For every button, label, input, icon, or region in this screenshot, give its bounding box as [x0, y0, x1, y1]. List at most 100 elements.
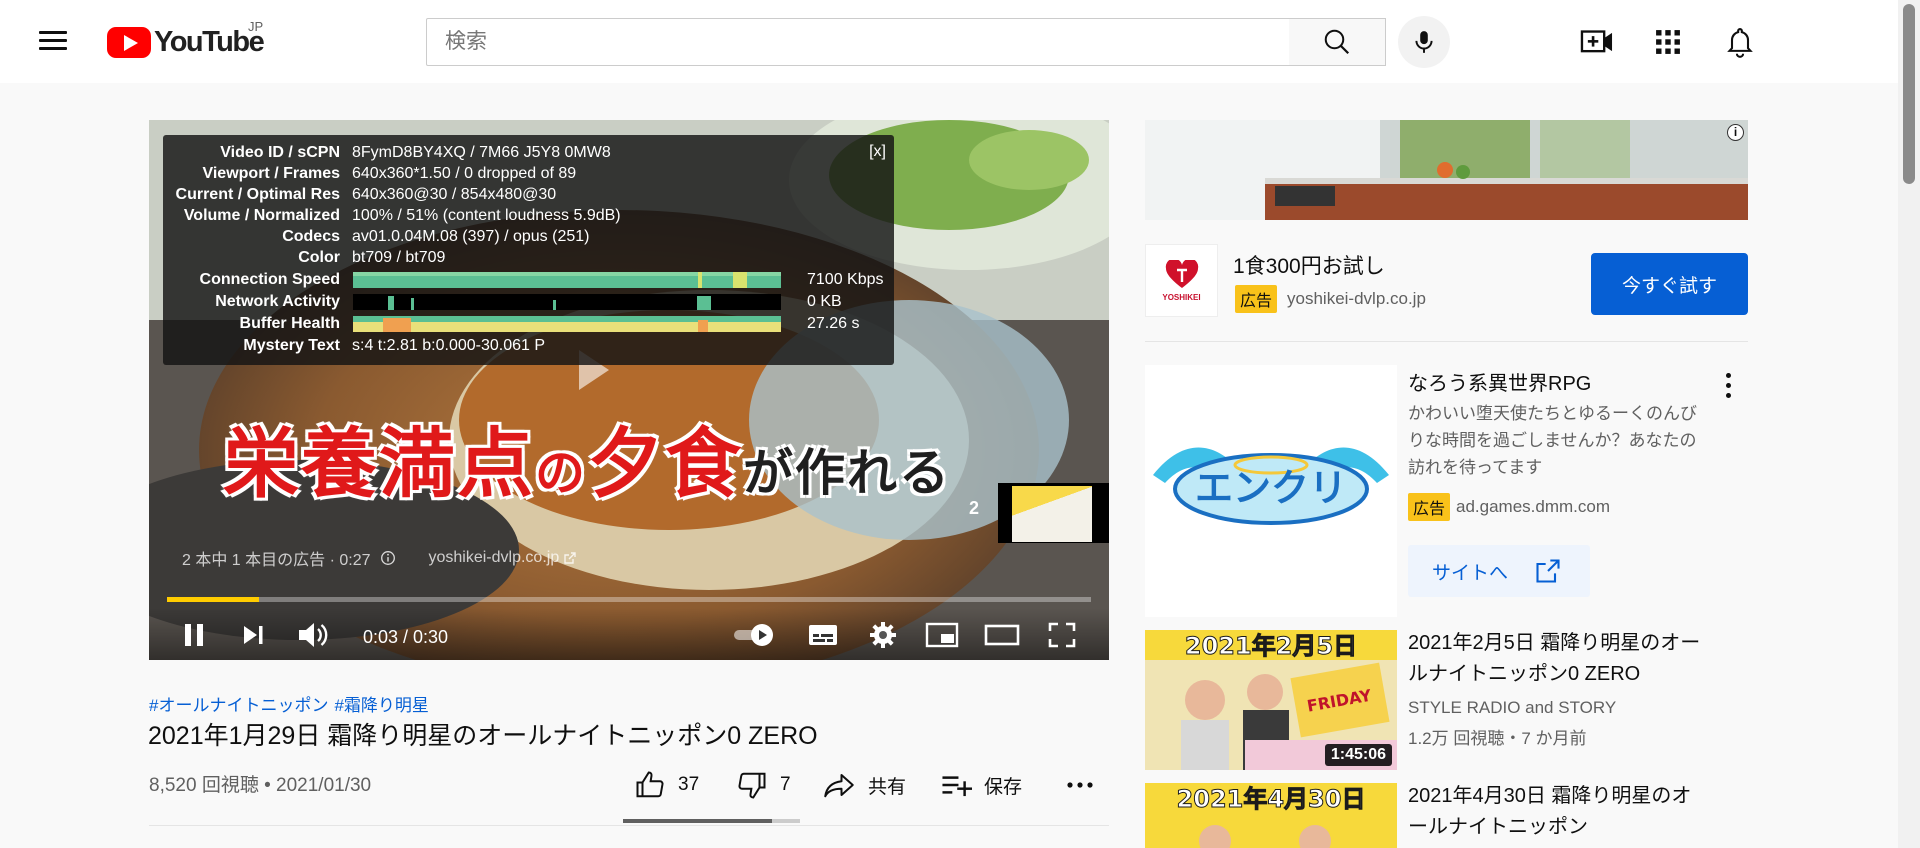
dislike-count: 7 [780, 774, 791, 795]
theater-mode-button[interactable] [983, 618, 1021, 652]
try-now-button[interactable]: 今すぐ試す [1591, 253, 1748, 315]
external-link-icon [564, 552, 576, 564]
miniplayer-button[interactable] [923, 618, 961, 652]
share-icon [824, 774, 854, 798]
next-ad-image [1012, 486, 1092, 542]
game-logo-image: エンクリ [1145, 365, 1397, 617]
video-title: 2021年1月29日 霜降り明星のオールナイトニッポン0 ZERO [148, 722, 818, 750]
stat-label: Volume / Normalized [183, 207, 340, 224]
fullscreen-button[interactable] [1043, 618, 1081, 652]
recommended-video-thumbnail[interactable]: 2021年4月30日 [1145, 783, 1397, 848]
ad-position-text: 2 本中 1 本目の広告 · 0:27 [182, 552, 371, 569]
recommended-video-title[interactable]: 2021年2月5日 霜降り明星のオールナイトニッポン0 ZERO [1408, 628, 1708, 690]
ad-info-icon[interactable]: i [1727, 124, 1744, 141]
time-display: 0:03 / 0:30 [363, 627, 449, 647]
ad-advertiser-link[interactable]: yoshikei-dvlp.co.jp [429, 549, 560, 567]
next-button[interactable] [236, 618, 270, 652]
create-video-icon [1580, 30, 1613, 53]
ad-menu-button[interactable] [1716, 370, 1740, 400]
bell-icon [1727, 28, 1753, 58]
stat-label: Video ID / sCPN [220, 144, 340, 161]
stat-value: 0 KB [807, 293, 842, 310]
connection-speed-graph [353, 272, 781, 288]
ad-badge: 広告 [1408, 493, 1451, 521]
ad-domain: ad.games.dmm.com [1456, 497, 1611, 516]
network-activity-graph [353, 294, 781, 310]
video-overlay-caption: 栄養満点の夕食が作れる [223, 402, 951, 512]
play-logo-icon [107, 26, 151, 58]
visit-site-button[interactable]: サイトへ [1408, 545, 1590, 597]
hashtag-link[interactable]: #霜降り明星 [334, 696, 428, 715]
divider [149, 825, 1109, 826]
like-ratio-fill [623, 819, 772, 823]
logo-text: YouTube [154, 25, 265, 58]
next-ad-thumbnail[interactable] [998, 483, 1109, 543]
search-input[interactable] [445, 30, 1289, 54]
stat-value: 7100 Kbps [807, 271, 884, 288]
notifications-button[interactable] [1720, 22, 1760, 62]
advertiser-brand: YOSHIKEI [1162, 292, 1201, 302]
guide-menu-button[interactable] [36, 26, 70, 56]
caption-meal: 夕食 [587, 422, 743, 507]
stat-label: Buffer Health [239, 315, 340, 332]
like-dislike-ratio-bar [623, 819, 800, 823]
video-player[interactable]: [x] Video ID / sCPN 8FymD8BY4XQ / 7M66 J5… [149, 120, 1109, 660]
caption-main: 栄養満点 [223, 422, 535, 507]
heart-logo-icon [1165, 259, 1198, 288]
menu-icon-bar [39, 39, 67, 42]
advertiser-logo[interactable]: YOSHIKEI [1145, 244, 1218, 317]
ad-info-bar: 2 本中 1 本目の広告 · 0:27 yoshikei-dvlp.co.jp [182, 546, 577, 570]
stat-value: av01.0.04M.08 (397) / opus (251) [352, 228, 590, 245]
thumbnail-date-text: 2021年2月5日 [1185, 632, 1357, 660]
youtube-logo[interactable]: YouTube [107, 22, 265, 62]
ad-headline[interactable]: 1食300円お試し [1233, 250, 1385, 280]
menu-dot [1725, 392, 1731, 398]
scrollbar-thumb[interactable] [1903, 4, 1915, 184]
menu-icon-bar [39, 47, 67, 50]
subtitles-button[interactable] [804, 618, 842, 652]
voice-search-button[interactable] [1398, 16, 1450, 68]
ad-queue-count: 2 [969, 498, 980, 518]
stat-value: s:4 t:2.81 b:0.000-30.061 P [352, 337, 546, 354]
settings-button[interactable] [864, 618, 902, 652]
page-scrollbar[interactable] [1898, 0, 1920, 848]
create-button[interactable] [1577, 22, 1617, 62]
like-button[interactable]: 37 [634, 768, 699, 802]
channel-name[interactable]: STYLE RADIO and STORY [1408, 698, 1616, 718]
stat-label: Viewport / Frames [202, 165, 340, 182]
pause-button[interactable] [177, 618, 211, 652]
stat-label: Current / Optimal Res [175, 186, 340, 203]
dislike-button[interactable]: 7 [736, 768, 791, 802]
menu-icon-bar [39, 31, 67, 34]
pause-icon [185, 624, 203, 646]
save-button[interactable]: 保存 [940, 768, 1022, 802]
game-ad-thumbnail[interactable]: エンクリ [1145, 365, 1397, 617]
search-icon [1324, 29, 1350, 55]
mute-button[interactable] [295, 618, 331, 652]
stat-value: bt709 / bt709 [352, 249, 446, 266]
more-actions-button[interactable] [1066, 768, 1106, 802]
stat-value: 8FymD8BY4XQ / 7M66 J5Y8 0MW8 [352, 144, 611, 161]
kitchen-banner-image [1145, 120, 1748, 220]
info-icon[interactable] [379, 549, 397, 567]
subtitles-icon [809, 625, 837, 645]
ad-domain-row: 広告 yoshikei-dvlp.co.jp [1235, 285, 1426, 313]
share-button[interactable]: 共有 [822, 768, 906, 802]
recommended-video-thumbnail[interactable]: 2021年2月5日 FRIDAY 1:45:06 [1145, 630, 1397, 770]
display-ad-banner[interactable]: i [1145, 120, 1748, 220]
progress-bar[interactable] [167, 597, 1091, 602]
save-label: 保存 [984, 776, 1023, 798]
search-box [426, 18, 1290, 66]
ad-domain-row: 広告 ad.games.dmm.com [1408, 493, 1610, 521]
recommended-video-title[interactable]: 2021年4月30日 霜降り明星のオールナイトニッポン [1408, 781, 1708, 843]
thumbnail-date-text: 2021年4月30日 [1177, 785, 1366, 813]
thumbs-down-icon [738, 772, 766, 799]
buffer-health-graph [353, 316, 781, 332]
stats-for-nerds-panel: [x] Video ID / sCPN 8FymD8BY4XQ / 7M66 J5… [163, 135, 894, 365]
search-button[interactable] [1289, 18, 1386, 66]
apps-button[interactable] [1648, 22, 1688, 62]
skip-next-icon [244, 626, 263, 644]
autoplay-toggle[interactable] [731, 618, 779, 652]
hashtag-link[interactable]: #オールナイトニッポン [149, 696, 328, 715]
game-ad-title[interactable]: なろう系異世界RPG [1408, 367, 1591, 396]
